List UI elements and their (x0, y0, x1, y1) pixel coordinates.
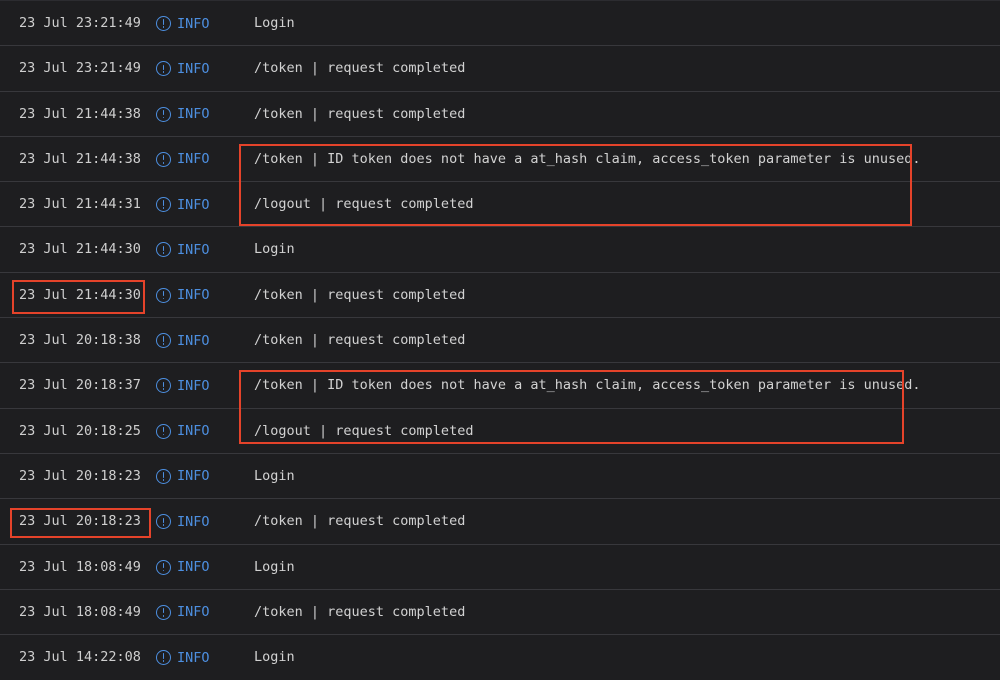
log-timestamp: 23 Jul 21:44:38 (19, 150, 141, 167)
info-circle-icon (156, 559, 171, 575)
log-row[interactable]: 23 Jul 23:21:49 INFO /token | request co… (0, 45, 1000, 90)
log-row[interactable]: 23 Jul 21:44:38 INFO /token | ID token d… (0, 135, 1000, 182)
info-circle-icon (156, 151, 171, 167)
info-circle-icon (156, 61, 171, 77)
info-circle-icon (156, 197, 171, 213)
info-circle-icon (156, 333, 171, 349)
info-circle-icon (156, 242, 171, 258)
log-message: /logout | request completed (254, 196, 474, 213)
log-timestamp: 23 Jul 18:08:49 (19, 558, 141, 575)
log-level-label: INFO (177, 513, 210, 530)
log-row[interactable]: 23 Jul 21:44:38 INFO /token | request co… (0, 90, 1000, 137)
log-message: /token | request completed (254, 332, 466, 349)
log-timestamp: 23 Jul 18:08:49 (19, 603, 141, 620)
log-level: INFO (156, 590, 210, 635)
log-level: INFO (156, 227, 210, 272)
log-level: INFO (156, 46, 210, 91)
log-level-label: INFO (177, 649, 210, 666)
log-level-label: INFO (177, 604, 210, 621)
log-timestamp: 23 Jul 14:22:08 (19, 649, 141, 666)
info-circle-icon (156, 468, 171, 484)
log-row[interactable]: 23 Jul 20:18:23 INFO Login (0, 452, 1000, 499)
log-row[interactable]: 23 Jul 20:18:37 INFO /token | ID token d… (0, 362, 1000, 407)
log-row[interactable]: 23 Jul 18:08:49 INFO /token | request co… (0, 588, 1000, 635)
log-row[interactable]: 23 Jul 20:18:38 INFO /token | request co… (0, 317, 1000, 362)
log-level-label: INFO (177, 196, 210, 213)
log-level: INFO (156, 454, 210, 499)
log-level-label: INFO (177, 106, 210, 123)
log-timestamp: 23 Jul 20:18:23 (19, 467, 141, 484)
log-row[interactable]: 23 Jul 20:18:23 INFO /token | request co… (0, 498, 1000, 543)
log-message: Login (254, 241, 295, 258)
log-message: Login (254, 558, 295, 575)
log-row[interactable]: 23 Jul 18:08:49 INFO Login (0, 543, 1000, 590)
log-list: 23 Jul 23:21:49 INFO Login 23 Jul 23:21:… (0, 0, 1000, 679)
log-message: Login (254, 15, 295, 31)
log-level: INFO (156, 499, 210, 544)
log-timestamp: 23 Jul 20:18:25 (19, 422, 141, 439)
log-message: /token | request completed (254, 603, 466, 620)
log-level-label: INFO (177, 15, 210, 32)
log-message: /token | request completed (254, 286, 466, 303)
log-level-label: INFO (177, 377, 210, 394)
info-circle-icon (156, 16, 171, 31)
log-message: Login (254, 649, 295, 666)
log-timestamp: 23 Jul 20:18:38 (19, 332, 141, 349)
log-timestamp: 23 Jul 20:18:37 (19, 377, 141, 394)
info-circle-icon (156, 287, 171, 303)
info-circle-icon (156, 423, 171, 439)
info-circle-icon (156, 106, 171, 122)
log-level-label: INFO (177, 559, 210, 576)
info-circle-icon (156, 604, 171, 620)
info-circle-icon (156, 650, 171, 666)
log-row[interactable]: 23 Jul 23:21:49 INFO Login (0, 0, 1000, 45)
log-level-label: INFO (177, 151, 210, 168)
log-level: INFO (156, 318, 210, 363)
log-message: /token | request completed (254, 513, 466, 530)
log-level-label: INFO (177, 60, 210, 77)
log-level: INFO (156, 409, 210, 454)
log-level: INFO (156, 92, 210, 137)
log-level: INFO (156, 182, 210, 227)
log-timestamp: 23 Jul 21:44:30 (19, 241, 141, 258)
log-message: /logout | request completed (254, 422, 474, 439)
log-level: INFO (156, 273, 210, 318)
log-row[interactable]: 23 Jul 21:44:30 INFO /token | request co… (0, 271, 1000, 318)
log-timestamp: 23 Jul 21:44:30 (19, 286, 141, 303)
log-level: INFO (156, 545, 210, 590)
log-timestamp: 23 Jul 21:44:38 (19, 105, 141, 122)
log-level: INFO (156, 137, 210, 182)
log-message: /token | request completed (254, 60, 466, 77)
info-circle-icon (156, 378, 171, 394)
log-level-label: INFO (177, 423, 210, 440)
log-level-label: INFO (177, 241, 210, 258)
log-level: INFO (156, 1, 210, 46)
log-level-label: INFO (177, 332, 210, 349)
log-message: Login (254, 467, 295, 484)
log-row[interactable]: 23 Jul 21:44:30 INFO Login (0, 226, 1000, 271)
log-row[interactable]: 23 Jul 14:22:08 INFO Login (0, 634, 1000, 679)
log-message: /token | ID token does not have a at_has… (254, 150, 921, 167)
log-row[interactable]: 23 Jul 20:18:25 INFO /logout | request c… (0, 407, 1000, 454)
log-row[interactable]: 23 Jul 21:44:31 INFO /logout | request c… (0, 181, 1000, 226)
log-timestamp: 23 Jul 23:21:49 (19, 60, 141, 77)
log-timestamp: 23 Jul 20:18:23 (19, 513, 141, 530)
log-message: /token | ID token does not have a at_has… (254, 377, 921, 394)
log-level: INFO (156, 635, 210, 680)
log-timestamp: 23 Jul 21:44:31 (19, 196, 141, 213)
log-level-label: INFO (177, 468, 210, 485)
log-message: /token | request completed (254, 105, 466, 122)
log-level: INFO (156, 363, 210, 408)
log-level-label: INFO (177, 287, 210, 304)
log-timestamp: 23 Jul 23:21:49 (19, 15, 141, 31)
info-circle-icon (156, 514, 171, 530)
